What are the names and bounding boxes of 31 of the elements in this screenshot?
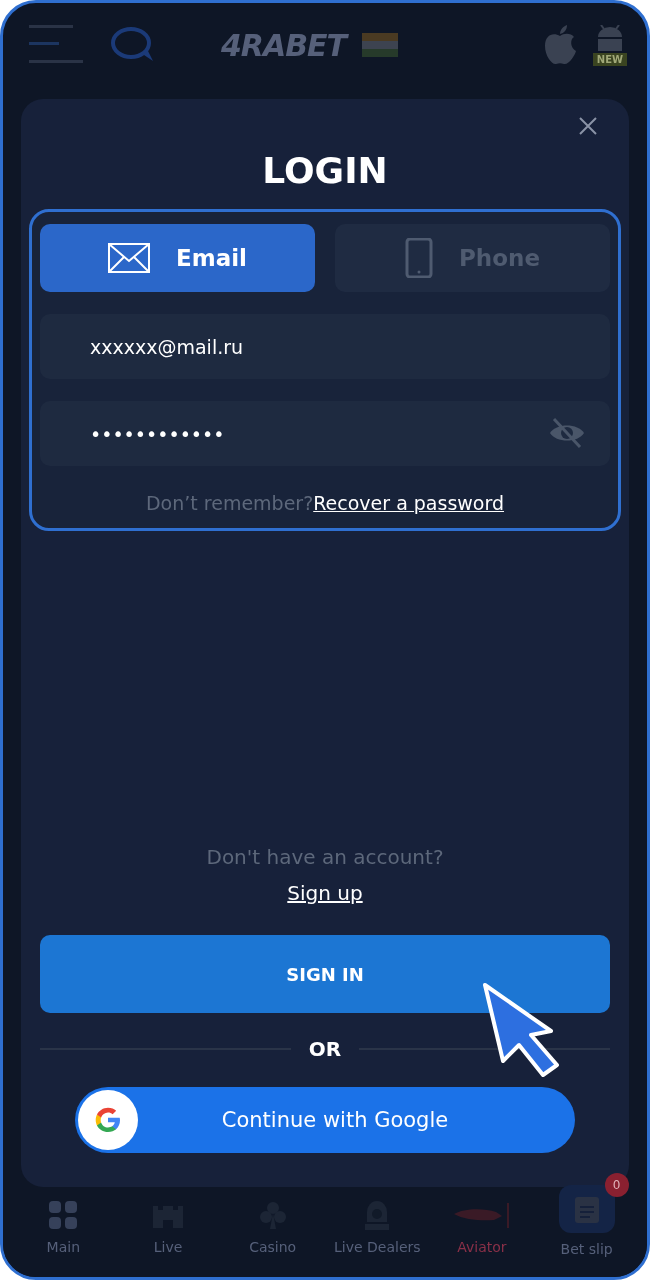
nav-label[interactable]: Live Dealers [334, 1239, 421, 1255]
grid-icon[interactable] [49, 1201, 78, 1229]
signup-prompt: Don't have an account? [206, 845, 444, 869]
new-badge: NEW [592, 52, 627, 66]
sign-in-button[interactable]: SIGN IN [40, 935, 610, 1013]
close-icon[interactable] [579, 117, 597, 135]
recover-password-link[interactable]: Recover a password [313, 492, 504, 514]
phone-icon [405, 238, 433, 278]
envelope-icon [108, 243, 150, 273]
chat-icon[interactable] [111, 27, 155, 63]
sign-up-link[interactable]: Sign up [287, 881, 363, 905]
nav-label[interactable]: Bet slip [560, 1241, 613, 1257]
google-button[interactable]: Continue with Google [75, 1087, 575, 1153]
or-divider-text: OR [308, 1037, 342, 1061]
cursor-icon [481, 981, 561, 1079]
modal-title: LOGIN [262, 151, 388, 191]
login-tab[interactable]: Email [40, 224, 315, 292]
flag-icon [362, 33, 398, 57]
eye-slash-icon[interactable] [548, 417, 586, 449]
apple-icon[interactable] [542, 25, 577, 65]
email-field[interactable]: xxxxxx@mail.ru [40, 314, 610, 379]
google-g-icon [78, 1090, 138, 1150]
bet-slip-icon[interactable] [558, 1185, 615, 1233]
password-field[interactable]: •••••••••••• [40, 401, 610, 466]
forgot-text: Don’t remember? [145, 492, 314, 514]
nav-label[interactable]: Main [46, 1239, 81, 1255]
menu-icon[interactable] [29, 25, 85, 65]
nav-label[interactable]: Casino [249, 1239, 297, 1255]
nav-label[interactable]: Aviator [457, 1239, 507, 1255]
nav-label[interactable]: Live [153, 1239, 183, 1255]
plane-icon[interactable] [453, 1202, 510, 1228]
